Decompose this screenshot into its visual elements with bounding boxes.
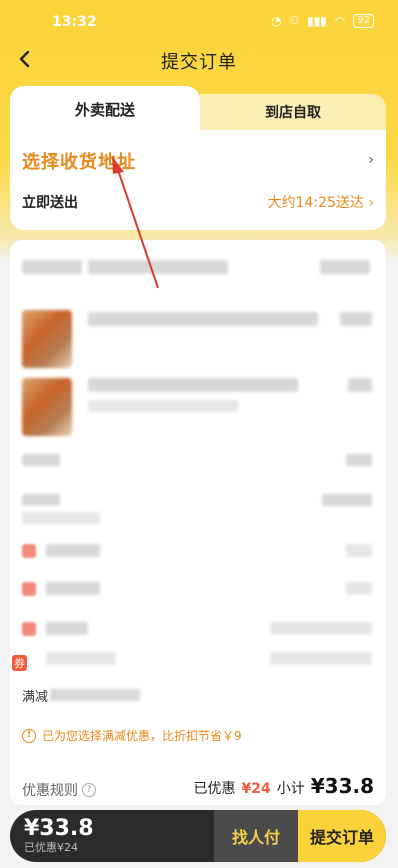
status-icons: ◔ ⏲ ▮▮▮ ◠ 92	[271, 13, 374, 28]
delivery-time-value: 大约14:25送达	[267, 195, 364, 211]
discount-value: ¥24	[241, 781, 271, 797]
discount-label: 已优惠	[193, 781, 236, 797]
discount-tip: ! 已为您选择满减优惠，比折扣节省￥9	[22, 727, 242, 744]
discount-rules-label: 优惠规则	[22, 783, 78, 799]
deliver-now-label: 立即送出	[22, 195, 78, 211]
battery-icon: 92	[353, 13, 374, 28]
address-card: 选择收货地址 › 立即送出 大约14:25送达 ›	[10, 130, 386, 230]
discount-rules[interactable]: 优惠规则 ?	[22, 780, 96, 800]
delivery-time-selector[interactable]: 大约14:25送达 ›	[268, 192, 374, 212]
select-address-link[interactable]: 选择收货地址	[22, 148, 136, 174]
fee-value-redacted	[322, 494, 372, 506]
fee-label-redacted	[22, 454, 60, 466]
item-name-redacted	[88, 378, 298, 392]
wifi-icon: ◠	[334, 13, 346, 28]
fee-note-redacted	[22, 512, 100, 524]
item-price-redacted	[340, 312, 372, 326]
promo-value-redacted	[270, 622, 372, 635]
subtotal-value: ¥33.8	[310, 774, 374, 798]
promo-label-redacted	[46, 544, 100, 557]
saved-amount: 已优惠¥24	[24, 841, 78, 854]
manjian-label: 满减	[22, 689, 49, 705]
tab-pickup[interactable]: 到店自取	[200, 94, 386, 130]
promo-icon	[22, 544, 36, 558]
status-bar: 13:32 ◔ ⏲ ▮▮▮ ◠ 92	[0, 0, 398, 40]
item-spec-redacted	[88, 400, 238, 412]
clock-icon: ⏲	[289, 13, 299, 27]
exclamation-icon: !	[22, 728, 36, 743]
coupon-value-redacted	[46, 652, 116, 665]
item-thumbnail[interactable]	[22, 310, 72, 368]
question-icon: ?	[82, 783, 96, 797]
delivery-tabs: 外卖配送 到店自取	[10, 86, 386, 132]
shop-meta-redacted	[320, 260, 370, 274]
fee-value-redacted	[346, 454, 372, 466]
submit-order-button[interactable]: 提交订单	[298, 810, 386, 862]
friend-pay-button[interactable]: 找人付	[214, 810, 298, 862]
alarm-icon: ◔	[271, 13, 282, 28]
shop-name-redacted	[88, 260, 228, 274]
checkout-bar: ¥33.8 已优惠¥24 找人付 提交订单	[10, 810, 386, 862]
coupon-tag: 券	[12, 655, 27, 671]
promo-label-redacted	[46, 622, 88, 635]
subtotal-label: 小计	[276, 781, 305, 797]
order-card	[10, 240, 386, 805]
tab-delivery[interactable]: 外卖配送	[10, 86, 200, 132]
promo-value-redacted	[346, 582, 372, 595]
price-summary: 已优惠 ¥24 小计 ¥33.8	[194, 774, 375, 798]
promo-value-redacted	[346, 544, 372, 557]
manjian-value-redacted	[50, 689, 141, 701]
item-thumbnail[interactable]	[22, 378, 72, 436]
item-price-redacted	[348, 378, 372, 392]
promo-icon	[22, 582, 36, 596]
nav-bar: 提交订单	[0, 44, 398, 76]
chevron-right-icon[interactable]: ›	[368, 152, 374, 168]
status-time: 13:32	[52, 14, 97, 30]
page-title: 提交订单	[161, 52, 237, 73]
coupon-value-redacted	[270, 652, 372, 665]
signal-icon: ▮▮▮	[306, 13, 327, 28]
chevron-right-icon: ›	[368, 195, 374, 211]
discount-tip-text: 已为您选择满减优惠，比折扣节省￥9	[42, 729, 242, 743]
fee-label-redacted	[22, 494, 60, 506]
total-price-block: ¥33.8 已优惠¥24	[24, 816, 94, 855]
total-price: ¥33.8	[24, 816, 94, 841]
promo-label-redacted	[46, 582, 100, 595]
manjian-row[interactable]: 满减	[22, 683, 372, 707]
item-name-redacted	[88, 312, 318, 326]
promo-icon	[22, 622, 36, 636]
shop-name-redacted	[22, 260, 82, 274]
